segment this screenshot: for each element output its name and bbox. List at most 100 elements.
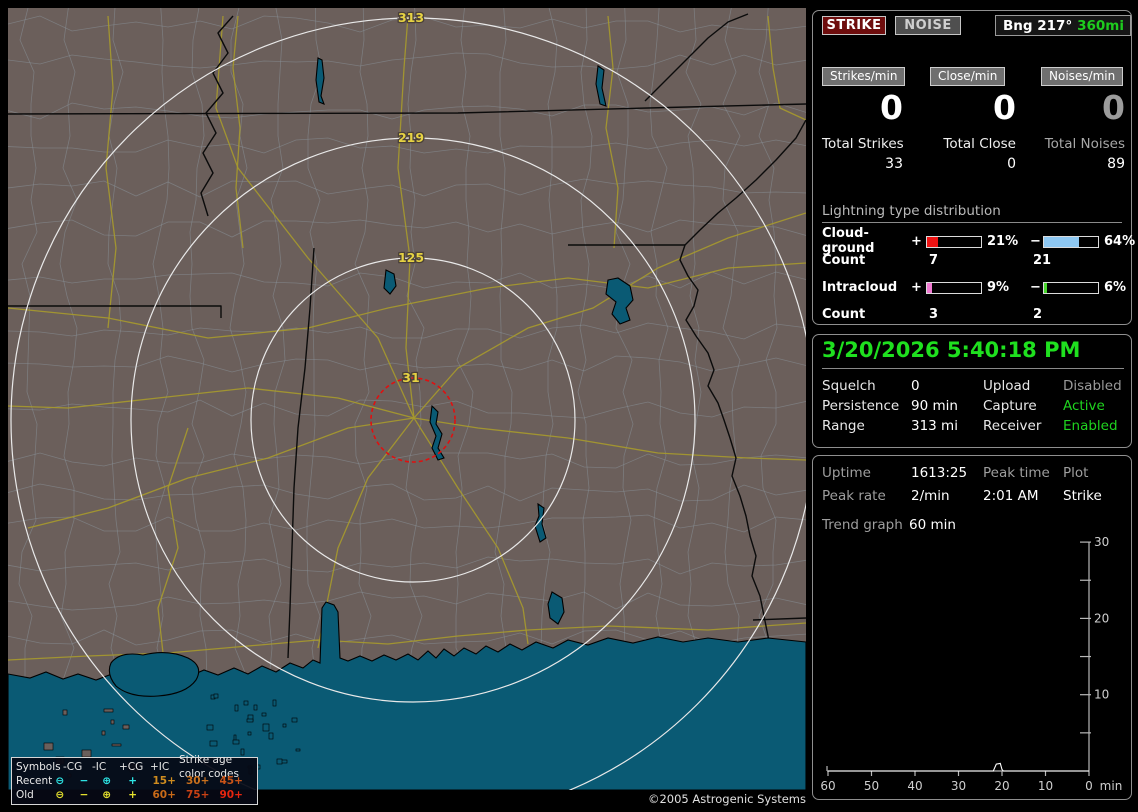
count-label: Count <box>822 253 866 268</box>
intracloud-label: Intracloud <box>822 280 898 295</box>
noises-per-min-button[interactable]: Noises/min <box>1041 67 1124 86</box>
legend-header-row: Symbols -CG -IC +CG +IC Strike age color… <box>16 754 253 780</box>
datetime-display: 3/20/2026 5:40:18 PM <box>822 338 1124 369</box>
peak-time-label: Peak time <box>983 465 1050 481</box>
range-ring-label: 219 <box>398 130 424 145</box>
receiver-label: Receiver <box>983 418 1042 434</box>
cg-positive-percent: 21% <box>987 233 1019 249</box>
strikes-per-min-button[interactable]: Strikes/min <box>822 67 906 86</box>
total-strikes-label: Total Strikes <box>822 135 904 152</box>
range-value: 313 mi <box>911 418 958 434</box>
plot-label: Plot <box>1063 465 1089 481</box>
range-ring-label: 313 <box>398 10 424 25</box>
persistence-label: Persistence <box>822 398 900 414</box>
strikes-counter-column: Strikes/min 0 Total Strikes 33 <box>822 65 906 172</box>
capture-value: Active <box>1063 398 1105 414</box>
range-ring-label: 125 <box>398 250 424 265</box>
squelch-label: Squelch <box>822 378 876 394</box>
plus-cg-circle-icon: ⊕ <box>102 775 112 787</box>
cg-negative-percent: 64% <box>1104 233 1136 249</box>
copyright-text: ©2005 Astrogenic Systems <box>647 792 806 806</box>
intracloud-count-row: Count 3 2 <box>822 307 1042 322</box>
peak-time-value: 2:01 AM <box>983 488 1039 504</box>
total-noises-label: Total Noises <box>1044 135 1125 152</box>
close-counter-column: Close/min 0 Total Close 0 <box>930 65 1016 172</box>
svg-text:20: 20 <box>994 779 1009 793</box>
minus-sign: − <box>1030 280 1041 295</box>
capture-label: Capture <box>983 398 1037 414</box>
svg-text:50: 50 <box>864 779 879 793</box>
plus-sign: + <box>911 233 922 249</box>
trend-graph-row: Trend graph 60 min <box>822 515 956 535</box>
svg-text:10: 10 <box>1094 688 1109 702</box>
svg-text:60: 60 <box>820 779 835 793</box>
ic-negative-bar <box>1043 282 1099 294</box>
legend-col-neg-ic: -IC <box>92 761 107 773</box>
svg-text:10: 10 <box>1038 779 1053 793</box>
range-label: Range <box>822 418 865 434</box>
legend-row-label: Recent <box>16 775 53 787</box>
minus-sign: − <box>1030 233 1041 249</box>
ic-negative-percent: 6% <box>1104 280 1127 295</box>
status-row: Squelch 0 Upload Disabled <box>822 376 1122 396</box>
cg-positive-bar <box>926 235 982 248</box>
upload-value: Disabled <box>1063 378 1122 394</box>
plus-ic-icon: + <box>128 775 138 787</box>
legend-recent-row: Recent ⊖ − ⊕ + 15+ 30+ 45+ <box>16 774 253 788</box>
minus-cg-circle-icon: ⊖ <box>55 775 65 787</box>
intracloud-row: Intracloud + 9% − 6% <box>822 280 1126 295</box>
trend-graph: 10 20 30 60 50 40 30 20 10 0 min <box>820 535 1122 793</box>
total-strikes-value: 33 <box>885 155 903 172</box>
ic-negative-count: 2 <box>1033 307 1043 322</box>
noises-counter-column: Noises/min 0 Total Noises 89 <box>1041 65 1125 172</box>
uptime-value: 1613:25 <box>911 465 968 481</box>
uptime-row: Uptime 1613:25 Peak time Plot <box>822 463 1122 486</box>
cg-negative-count: 21 <box>1033 253 1052 268</box>
trend-graph-window: 60 min <box>909 517 956 533</box>
age-code: 45+ <box>219 775 243 787</box>
peak-rate-label: Peak rate <box>822 488 886 504</box>
receiver-value: Enabled <box>1063 418 1118 434</box>
svg-text:20: 20 <box>1094 611 1109 625</box>
noise-toggle-button[interactable]: NOISE <box>895 16 961 35</box>
distribution-title: Lightning type distribution <box>822 203 1122 223</box>
age-code: 15+ <box>152 775 176 787</box>
status-row: Range 313 mi Receiver Enabled <box>822 416 1122 436</box>
svg-text:40: 40 <box>907 779 922 793</box>
noises-per-min-value: 0 <box>1102 88 1125 127</box>
legend-col-pos-cg: +CG <box>119 761 144 773</box>
app-window: 313 219 125 31 Symbols -CG -IC +CG +IC Stri… <box>0 0 1138 812</box>
close-per-min-value: 0 <box>993 88 1016 127</box>
close-per-min-button[interactable]: Close/min <box>930 67 1006 86</box>
svg-text:0: 0 <box>1085 779 1093 793</box>
status-rows: Squelch 0 Upload Disabled Persistence 90… <box>822 376 1122 436</box>
bearing-readout: Bng 217° 360mi <box>995 15 1131 36</box>
ic-positive-count: 3 <box>929 307 939 322</box>
uptime-rows: Uptime 1613:25 Peak time Plot Peak rate … <box>822 463 1122 509</box>
lightning-map[interactable]: 313 219 125 31 <box>8 8 806 790</box>
squelch-value: 0 <box>911 378 920 394</box>
cg-negative-bar <box>1043 235 1099 248</box>
uptime-label: Uptime <box>822 465 871 481</box>
upload-label: Upload <box>983 378 1031 394</box>
total-noises-value: 89 <box>1107 155 1125 172</box>
trend-graph-label: Trend graph <box>822 517 903 533</box>
legend-col-neg-cg: -CG <box>63 761 83 773</box>
svg-text:30: 30 <box>951 779 966 793</box>
stats-panel: STRIKE NOISE Bng 217° 360mi Strikes/min … <box>812 10 1135 325</box>
ic-positive-percent: 9% <box>987 280 1010 295</box>
plus-sign: + <box>911 280 922 295</box>
peak-rate-value: 2/min <box>911 488 950 504</box>
total-close-label: Total Close <box>943 135 1016 152</box>
bearing-value: Bng 217° <box>1003 17 1073 34</box>
persistence-value: 90 min <box>911 398 958 414</box>
age-code: 30+ <box>186 775 210 787</box>
plot-value: Strike <box>1063 488 1102 504</box>
cloud-ground-row: Cloud-ground + 21% − 64% <box>822 226 1135 256</box>
strikes-per-min-value: 0 <box>880 88 903 127</box>
ic-positive-bar <box>926 282 982 294</box>
cloud-ground-label: Cloud-ground <box>822 226 875 256</box>
minus-ic-icon: − <box>79 775 89 787</box>
legend-symbols-header: Symbols <box>16 761 61 773</box>
strike-toggle-button[interactable]: STRIKE <box>822 16 886 35</box>
